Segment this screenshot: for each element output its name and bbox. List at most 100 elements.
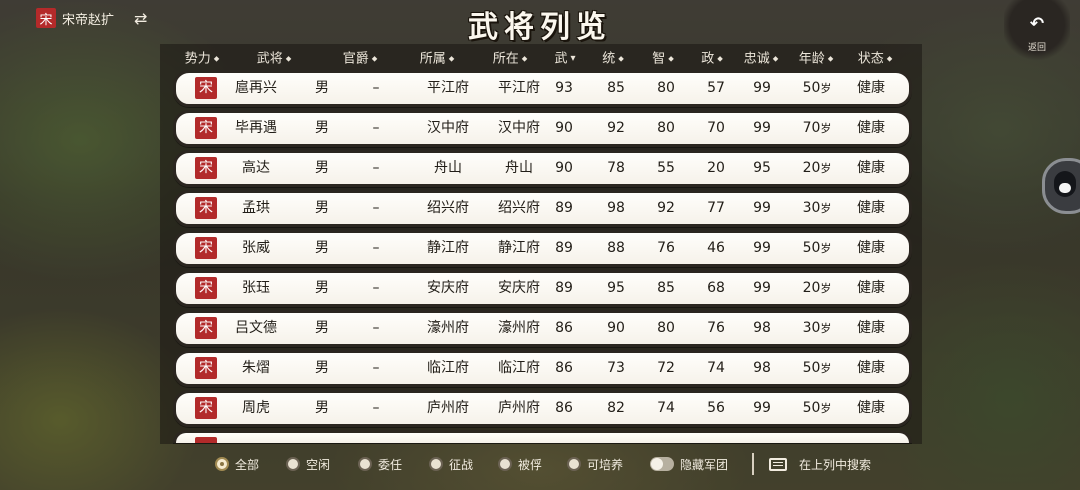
general-row[interactable]: 宋 张珏 男 – 安庆府 安庆府 89 95 85 68 99 20岁 健康 bbox=[173, 270, 912, 307]
cell-war: 86 bbox=[555, 320, 573, 336]
sort-icon: ⬥ bbox=[668, 54, 674, 63]
cell-war: 90 bbox=[555, 160, 573, 176]
cell-rank: – bbox=[372, 400, 380, 416]
column-header-label: 政 bbox=[701, 51, 715, 67]
side-mascot-button[interactable] bbox=[1042, 158, 1080, 214]
cell-lead: 90 bbox=[607, 320, 625, 336]
cell-gender: 男 bbox=[315, 120, 329, 136]
general-row[interactable]: 宋 孟珙 男 – 绍兴府 绍兴府 89 98 92 77 99 30岁 健康 bbox=[173, 190, 912, 227]
sort-icon: ⬥ bbox=[618, 54, 624, 63]
cell-belongs: 濠州府 bbox=[427, 320, 469, 336]
cell-location: 临江府 bbox=[498, 360, 540, 376]
general-row[interactable]: 宋 吕文德 男 – 濠州府 濠州府 86 90 80 76 98 30岁 健康 bbox=[173, 310, 912, 347]
column-header-label: 武 bbox=[554, 51, 568, 67]
faction-seal: 宋 bbox=[195, 157, 217, 179]
cell-lead: 88 bbox=[607, 240, 625, 256]
general-row-partial[interactable] bbox=[173, 430, 912, 443]
filter-radio-3[interactable]: 征战 bbox=[428, 452, 473, 476]
column-header-pol[interactable]: 政 ⬥ bbox=[701, 48, 723, 70]
cell-loyalty: 98 bbox=[753, 360, 771, 376]
cell-gender: 男 bbox=[315, 400, 329, 416]
cell-status: 健康 bbox=[857, 360, 885, 376]
radio-circle-icon bbox=[214, 457, 229, 471]
cell-belongs: 汉中府 bbox=[427, 120, 469, 136]
cell-rank: – bbox=[372, 200, 380, 216]
column-header-location[interactable]: 所在 ⬥ bbox=[493, 48, 528, 70]
cell-pol: 74 bbox=[707, 360, 725, 376]
cell-age: 20岁 bbox=[802, 160, 832, 176]
cell-loyalty: 99 bbox=[753, 120, 771, 136]
search-button[interactable]: 在上列中搜索 bbox=[768, 452, 872, 476]
general-row[interactable]: 宋 朱熠 男 – 临江府 临江府 86 73 72 74 98 50岁 健康 bbox=[173, 350, 912, 387]
search-label: 在上列中搜索 bbox=[798, 457, 872, 472]
general-row[interactable]: 宋 周虎 男 – 庐州府 庐州府 86 82 74 56 99 50岁 健康 bbox=[173, 390, 912, 427]
cell-war: 86 bbox=[555, 400, 573, 416]
cell-lead: 98 bbox=[607, 200, 625, 216]
general-row[interactable]: 宋 毕再遇 男 – 汉中府 汉中府 90 92 80 70 99 70岁 健康 bbox=[173, 110, 912, 147]
cell-loyalty: 95 bbox=[753, 160, 771, 176]
sort-icon: ⬥ bbox=[772, 54, 779, 63]
cell-loyalty: 99 bbox=[753, 280, 771, 296]
age-unit: 岁 bbox=[820, 162, 832, 175]
cell-war: 89 bbox=[555, 240, 573, 256]
column-header-status[interactable]: 状态 ⬥ bbox=[858, 48, 893, 70]
cell-location: 静江府 bbox=[498, 240, 540, 256]
filter-radio-2[interactable]: 委任 bbox=[357, 452, 403, 476]
column-header-faction[interactable]: 势力 ⬥ bbox=[185, 48, 220, 70]
general-row[interactable]: 宋 高达 男 – 舟山 舟山 90 78 55 20 95 20岁 健康 bbox=[173, 150, 912, 187]
general-row[interactable]: 宋 张威 男 – 静江府 静江府 89 88 76 46 99 50岁 健康 bbox=[173, 230, 912, 267]
cell-location: 安庆府 bbox=[498, 280, 540, 296]
general-list-panel: 势力 ⬥ 武将 ⬥ 官爵 ⬥ 所属 ⬥ 所在 ⬥ 武 ▾ 统 ⬥ 智 ⬥ 政 ⬥ 忠诚 ⬥ 年龄 ⬥ 状态 ⬥ 宋扈再兴男 – 平… bbox=[160, 44, 922, 444]
filter-radio-0[interactable]: 全部 bbox=[214, 452, 259, 476]
cell-intel: 80 bbox=[657, 320, 675, 336]
age-unit: 岁 bbox=[820, 282, 832, 295]
column-header-loyalty[interactable]: 忠诚 ⬥ bbox=[744, 48, 779, 70]
faction-seal: 宋 bbox=[195, 117, 217, 139]
cell-location: 绍兴府 bbox=[498, 200, 540, 216]
column-header-rank[interactable]: 官爵 ⬥ bbox=[343, 48, 378, 70]
faction-seal: 宋 bbox=[195, 197, 217, 219]
column-header-name[interactable]: 武将 ⬥ bbox=[257, 48, 292, 70]
general-row[interactable]: 宋 扈再兴 男 – 平江府 平江府 93 85 80 57 99 50岁 健康 bbox=[173, 70, 912, 107]
filter-radio-5[interactable]: 可培养 bbox=[566, 452, 623, 476]
toggle-switch-icon bbox=[649, 457, 674, 471]
back-label: 返回 bbox=[1027, 43, 1046, 53]
column-header-intel[interactable]: 智 ⬥ bbox=[652, 48, 674, 70]
cell-belongs: 静江府 bbox=[427, 240, 469, 256]
cell-age: 30岁 bbox=[802, 200, 832, 216]
cell-location: 舟山 bbox=[505, 160, 533, 176]
cell-rank: – bbox=[372, 160, 380, 176]
cell-intel: 55 bbox=[657, 160, 675, 176]
cell-age: 50岁 bbox=[802, 240, 832, 256]
cell-belongs: 临江府 bbox=[427, 360, 469, 376]
filter-radio-4[interactable]: 被俘 bbox=[497, 452, 542, 476]
cell-rank: – bbox=[372, 80, 380, 96]
hide-army-toggle[interactable]: 隐藏军团 bbox=[649, 452, 728, 476]
age-unit: 岁 bbox=[820, 122, 832, 135]
sort-icon: ⬥ bbox=[717, 54, 723, 63]
faction-seal: 宋 bbox=[195, 317, 217, 339]
cell-war: 89 bbox=[555, 200, 573, 216]
sort-icon: ⬥ bbox=[521, 54, 528, 63]
filter-radio-1[interactable]: 空闲 bbox=[285, 452, 330, 476]
column-header-war[interactable]: 武 ▾ bbox=[554, 48, 575, 70]
radio-circle-icon bbox=[566, 457, 581, 471]
age-unit: 岁 bbox=[820, 402, 832, 415]
filter-label: 委任 bbox=[377, 457, 403, 472]
column-header-lead[interactable]: 统 ⬥ bbox=[602, 48, 624, 70]
cell-loyalty: 98 bbox=[753, 320, 771, 336]
column-header-label: 官爵 bbox=[342, 51, 369, 67]
back-button[interactable]: ↶ 返回 bbox=[1004, 0, 1070, 62]
cell-war: 90 bbox=[555, 120, 573, 136]
cell-gender: 男 bbox=[315, 280, 329, 296]
keyboard-icon bbox=[768, 457, 787, 471]
cell-status: 健康 bbox=[857, 240, 885, 256]
age-unit: 岁 bbox=[820, 362, 832, 375]
column-header-belongs[interactable]: 所属 ⬥ bbox=[420, 48, 455, 70]
sort-icon: ⬥ bbox=[285, 54, 292, 63]
cell-gender: 男 bbox=[315, 360, 329, 376]
cell-intel: 85 bbox=[657, 280, 675, 296]
column-header-age[interactable]: 年龄 ⬥ bbox=[799, 48, 834, 70]
cell-lead: 73 bbox=[607, 360, 625, 376]
cell-loyalty: 99 bbox=[753, 240, 771, 256]
